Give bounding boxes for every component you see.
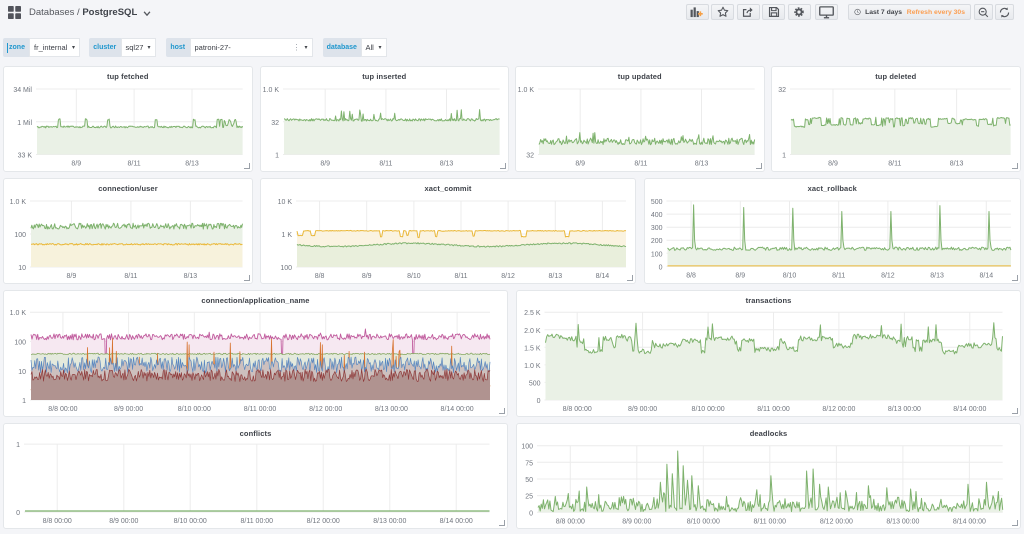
svg-text:8/10 00:00: 8/10 00:00	[692, 406, 725, 413]
svg-text:8/13: 8/13	[439, 160, 453, 167]
svg-text:8/11: 8/11	[124, 273, 137, 280]
svg-text:8/12: 8/12	[881, 272, 895, 279]
svg-text:8/14 00:00: 8/14 00:00	[441, 406, 474, 413]
svg-text:0: 0	[16, 510, 20, 517]
svg-text:500: 500	[650, 199, 662, 206]
svg-text:8/8 00:00: 8/8 00:00	[43, 518, 72, 525]
svg-text:8/8: 8/8	[686, 272, 696, 279]
svg-text:8/10 00:00: 8/10 00:00	[687, 519, 720, 526]
svg-text:1.0 K: 1.0 K	[524, 363, 541, 370]
svg-text:8/13: 8/13	[548, 273, 562, 280]
svg-text:2.0 K: 2.0 K	[524, 328, 541, 335]
svg-text:8/11 00:00: 8/11 00:00	[244, 406, 277, 413]
svg-text:8/13: 8/13	[184, 273, 198, 280]
svg-text:8/14 00:00: 8/14 00:00	[953, 519, 986, 526]
svg-text:200: 200	[650, 238, 662, 245]
svg-text:10: 10	[18, 369, 26, 376]
svg-text:10: 10	[18, 265, 26, 272]
svg-text:8/14 00:00: 8/14 00:00	[953, 406, 986, 413]
svg-text:8/12 00:00: 8/12 00:00	[309, 406, 342, 413]
svg-text:8/11 00:00: 8/11 00:00	[754, 519, 787, 526]
svg-text:8/13 00:00: 8/13 00:00	[375, 406, 408, 413]
svg-text:32: 32	[526, 152, 534, 159]
svg-text:8/11: 8/11	[128, 160, 141, 167]
svg-text:1: 1	[782, 152, 786, 159]
svg-text:8/11 00:00: 8/11 00:00	[241, 518, 274, 525]
svg-text:33 K: 33 K	[18, 152, 33, 159]
svg-text:8/11 00:00: 8/11 00:00	[757, 406, 790, 413]
svg-text:8/8 00:00: 8/8 00:00	[48, 406, 77, 413]
svg-text:8/13 00:00: 8/13 00:00	[886, 519, 919, 526]
svg-text:100: 100	[14, 232, 26, 239]
svg-text:1.0 K: 1.0 K	[262, 87, 279, 94]
svg-text:1: 1	[22, 398, 26, 405]
svg-text:8/9: 8/9	[320, 160, 330, 167]
svg-text:8/11: 8/11	[888, 160, 901, 167]
svg-text:32: 32	[778, 87, 786, 94]
svg-text:32: 32	[271, 119, 279, 126]
svg-text:400: 400	[650, 212, 662, 219]
svg-text:8/10: 8/10	[407, 273, 421, 280]
svg-text:8/12 00:00: 8/12 00:00	[307, 518, 340, 525]
svg-text:8/11: 8/11	[832, 272, 845, 279]
svg-text:8/9 00:00: 8/9 00:00	[622, 519, 651, 526]
svg-text:8/9: 8/9	[575, 160, 585, 167]
svg-text:1: 1	[16, 442, 20, 449]
svg-text:1.0 K: 1.0 K	[10, 310, 27, 317]
svg-text:8/9: 8/9	[67, 273, 77, 280]
svg-text:100: 100	[280, 265, 292, 272]
svg-text:8/11: 8/11	[379, 160, 392, 167]
svg-text:8/13: 8/13	[930, 272, 944, 279]
svg-text:1: 1	[275, 152, 279, 159]
svg-text:8/11: 8/11	[454, 273, 467, 280]
svg-text:8/14: 8/14	[596, 273, 610, 280]
svg-text:8/13 00:00: 8/13 00:00	[373, 518, 406, 525]
svg-text:8/12 00:00: 8/12 00:00	[822, 406, 855, 413]
svg-text:8/9: 8/9	[735, 272, 745, 279]
svg-text:8/9 00:00: 8/9 00:00	[114, 406, 143, 413]
svg-text:50: 50	[525, 477, 533, 484]
svg-text:1.0 K: 1.0 K	[518, 87, 535, 94]
svg-text:34 Mil: 34 Mil	[13, 87, 32, 94]
svg-text:8/12: 8/12	[501, 273, 515, 280]
svg-text:0: 0	[658, 264, 662, 271]
svg-text:8/14 00:00: 8/14 00:00	[440, 518, 473, 525]
svg-text:1.0 K: 1.0 K	[10, 199, 27, 206]
svg-text:8/9 00:00: 8/9 00:00	[109, 518, 138, 525]
svg-text:1 Mil: 1 Mil	[17, 119, 32, 126]
svg-text:75: 75	[525, 461, 533, 468]
svg-text:100: 100	[521, 444, 533, 451]
svg-text:25: 25	[525, 494, 533, 501]
svg-text:8/9: 8/9	[828, 160, 838, 167]
svg-text:8/9 00:00: 8/9 00:00	[628, 406, 657, 413]
svg-text:2.5 K: 2.5 K	[524, 310, 541, 317]
svg-text:100: 100	[14, 339, 26, 346]
svg-text:1 K: 1 K	[281, 232, 292, 239]
svg-text:8/13: 8/13	[695, 160, 709, 167]
svg-text:100: 100	[650, 251, 662, 258]
svg-text:8/13: 8/13	[949, 160, 963, 167]
svg-text:8/8 00:00: 8/8 00:00	[556, 519, 585, 526]
svg-text:8/11: 8/11	[634, 160, 647, 167]
svg-text:8/13: 8/13	[185, 160, 199, 167]
svg-text:8/8: 8/8	[315, 273, 325, 280]
svg-text:8/9: 8/9	[71, 160, 81, 167]
svg-text:300: 300	[650, 225, 662, 232]
svg-text:8/10 00:00: 8/10 00:00	[178, 406, 211, 413]
svg-text:8/13 00:00: 8/13 00:00	[888, 406, 921, 413]
svg-text:0: 0	[537, 398, 541, 405]
svg-text:8/9: 8/9	[362, 273, 372, 280]
svg-text:1.5 K: 1.5 K	[524, 345, 541, 352]
svg-text:8/12 00:00: 8/12 00:00	[820, 519, 853, 526]
svg-text:8/8 00:00: 8/8 00:00	[563, 406, 592, 413]
svg-text:8/10: 8/10	[782, 272, 796, 279]
svg-text:10 K: 10 K	[278, 199, 293, 206]
svg-text:500: 500	[529, 380, 541, 387]
svg-text:8/14: 8/14	[979, 272, 993, 279]
svg-text:0: 0	[529, 511, 533, 518]
svg-text:8/10 00:00: 8/10 00:00	[174, 518, 207, 525]
